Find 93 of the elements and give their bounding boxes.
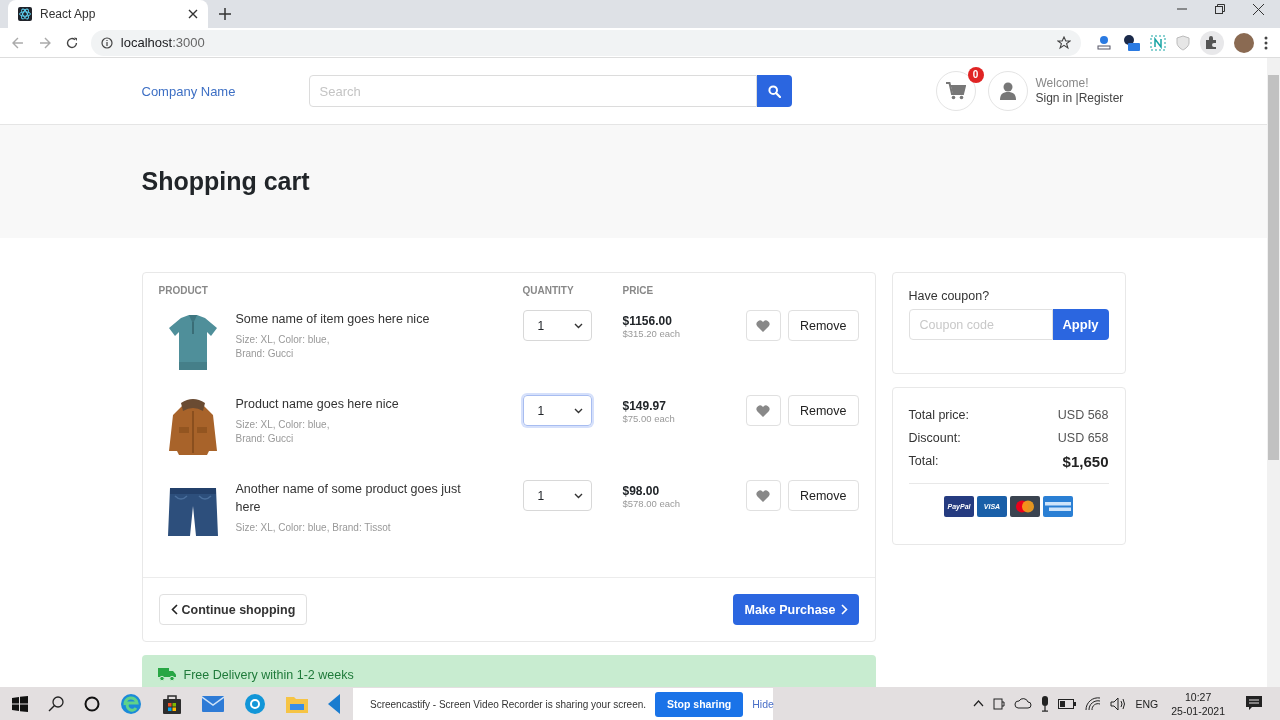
quantity-select[interactable]: 1 [522, 310, 592, 341]
restore-icon[interactable] [1215, 4, 1225, 14]
search-icon[interactable] [48, 695, 64, 712]
extension-icon[interactable] [1122, 33, 1140, 52]
user-icon [999, 82, 1016, 100]
windows-icon[interactable] [12, 695, 28, 712]
chevron-down-icon [573, 322, 583, 329]
summary-label: Total price: [908, 407, 969, 424]
chat-icon[interactable] [244, 692, 266, 715]
battery-icon[interactable] [1057, 698, 1076, 709]
remove-button[interactable]: Remove [787, 395, 859, 426]
stop-sharing-button[interactable]: Stop sharing [655, 691, 744, 717]
column-header: PRODUCT [158, 285, 209, 296]
column-header: PRICE [622, 285, 655, 296]
tab-title: React App [40, 7, 97, 21]
chevron-down-icon [573, 492, 583, 499]
favorite-button[interactable] [745, 395, 781, 426]
star-icon[interactable] [1057, 35, 1071, 50]
product-name[interactable]: Another name of some product goes just here [235, 480, 476, 516]
truck-icon [157, 668, 176, 681]
microphone-icon[interactable] [1040, 695, 1049, 712]
unit-price: $75.00 each [622, 413, 676, 424]
item-total-price: $149.97 [622, 399, 667, 413]
info-icon [100, 36, 113, 49]
notification-icon[interactable] [1246, 696, 1262, 711]
apply-button[interactable]: Apply [1052, 309, 1109, 340]
summary-value: USD 568 [1057, 407, 1109, 424]
item-total-price: $1156.00 [622, 314, 673, 328]
summary-label: Total: [908, 453, 939, 470]
atom-icon [18, 7, 32, 21]
column-header: QUANTITY [522, 285, 575, 296]
avatar-icon[interactable] [1234, 32, 1254, 53]
hide-link[interactable]: Hide [752, 698, 774, 710]
folder-icon[interactable] [286, 694, 308, 713]
quantity-select[interactable]: 1 [522, 480, 592, 511]
store-bag-icon[interactable] [162, 693, 182, 714]
favorite-button[interactable] [745, 310, 781, 341]
favorite-button[interactable] [745, 480, 781, 511]
close-icon[interactable] [1253, 3, 1264, 15]
summary-value: USD 658 [1057, 430, 1109, 447]
product-details: Size: XL, Color: blue, Brand: Gucci [235, 333, 331, 361]
product-details: Size: XL, Color: blue, Brand: Gucci [235, 418, 331, 446]
wifi-icon[interactable] [1084, 696, 1101, 711]
circle-icon[interactable] [84, 695, 100, 712]
continue-shopping-button[interactable]: Continue shopping [158, 594, 308, 625]
page-title: Shopping cart [141, 167, 311, 196]
summary-label: Discount: [908, 430, 961, 447]
close-icon[interactable] [188, 9, 198, 19]
mail-icon[interactable] [202, 695, 224, 712]
heart-icon [756, 489, 771, 502]
chevron-up-icon[interactable] [972, 700, 984, 707]
product-name[interactable]: Some name of item goes here nice [235, 310, 476, 328]
delivery-text: Free Delivery within 1-2 weeks [183, 668, 354, 682]
summary-value: $1,650 [1062, 452, 1109, 472]
device-icon[interactable] [992, 696, 1005, 711]
coupon-label: Have coupon? [908, 289, 991, 303]
reload-icon[interactable] [65, 36, 78, 49]
unit-price: $315.20 each [622, 328, 682, 339]
item-total-price: $98.00 [622, 484, 661, 498]
make-purchase-button[interactable]: Make Purchase [733, 594, 859, 625]
chevron-down-icon [573, 407, 583, 414]
remove-button[interactable]: Remove [787, 310, 859, 341]
clock-time[interactable]: 10:27 [1185, 689, 1212, 704]
chevron-right-icon [840, 604, 848, 615]
sharing-message: Screencastify - Screen Video Recorder is sharing your screen. [370, 698, 647, 710]
browser-icon[interactable] [120, 692, 142, 715]
url-text: localhost:3000 [120, 35, 205, 50]
chevron-left-icon [170, 604, 178, 615]
cloud-icon[interactable] [1013, 698, 1032, 709]
heart-icon [756, 319, 771, 332]
sign-in-link[interactable]: Sign in |Register [1035, 91, 1124, 106]
remove-button[interactable]: Remove [787, 480, 859, 511]
search-button[interactable] [756, 75, 792, 107]
scrollbar[interactable] [1267, 58, 1280, 687]
plus-icon[interactable] [219, 8, 231, 20]
more-icon[interactable] [1264, 35, 1268, 50]
cart-icon [945, 82, 966, 100]
product-details: Size: XL, Color: blue, Brand: Tissot [235, 521, 392, 535]
address-bar[interactable]: localhost:3000 [90, 29, 1081, 56]
puzzle-icon[interactable] [1200, 30, 1224, 55]
product-name[interactable]: Product name goes here nice [235, 395, 476, 413]
language-indicator[interactable]: ENG [1135, 697, 1159, 710]
unit-price: $578.00 each [622, 498, 682, 509]
heart-icon [756, 404, 771, 417]
quantity-select[interactable]: 1 [522, 395, 592, 426]
browser-tab[interactable]: React App [8, 0, 208, 28]
cart-count-badge: 0 [967, 67, 984, 83]
brand-link[interactable]: Company Name [141, 83, 309, 99]
welcome-text: Welcome! [1035, 76, 1090, 91]
search-icon [767, 84, 781, 98]
speaker-icon[interactable] [1109, 696, 1127, 711]
clock-date[interactable]: 25-01-2021 [1171, 703, 1225, 718]
search-field[interactable]: Search [308, 75, 757, 107]
